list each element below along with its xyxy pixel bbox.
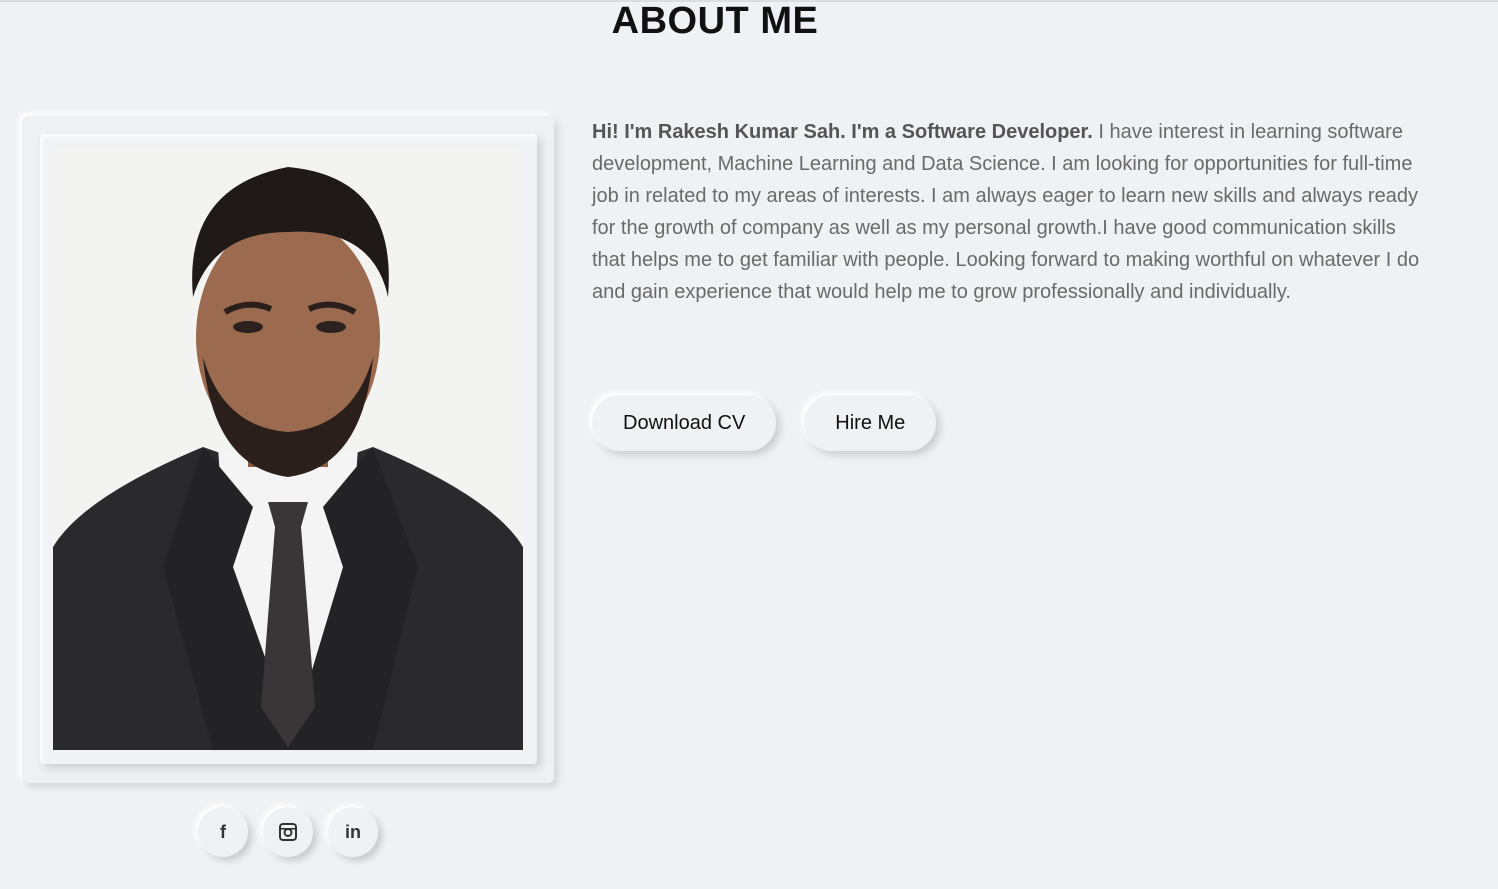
linkedin-button[interactable]: in (328, 807, 378, 857)
hire-me-button[interactable]: Hire Me (804, 395, 937, 451)
photo-frame-outer (22, 116, 554, 783)
photo-frame-inner (40, 134, 537, 764)
instagram-button[interactable] (263, 807, 313, 857)
section-title: ABOUT ME (611, 0, 819, 42)
social-links: f in (198, 807, 378, 857)
bio-text: Hi! I'm Rakesh Kumar Sah. I'm a Software… (592, 116, 1422, 308)
bio-intro: Hi! I'm Rakesh Kumar Sah. I'm a Software… (592, 121, 1093, 143)
action-buttons: Download CV Hire Me (592, 395, 937, 451)
portrait-illustration (53, 147, 523, 750)
bio-body: I have interest in learning software dev… (592, 121, 1420, 303)
instagram-icon (279, 823, 297, 841)
facebook-button[interactable]: f (198, 807, 248, 857)
download-cv-button[interactable]: Download CV (592, 395, 777, 451)
linkedin-icon: in (345, 821, 361, 842)
facebook-icon: f (220, 821, 226, 842)
about-section: ABOUT ME f in Hi! I'm Rakesh Kumar Sah. … (0, 0, 1498, 889)
profile-photo (53, 147, 523, 750)
